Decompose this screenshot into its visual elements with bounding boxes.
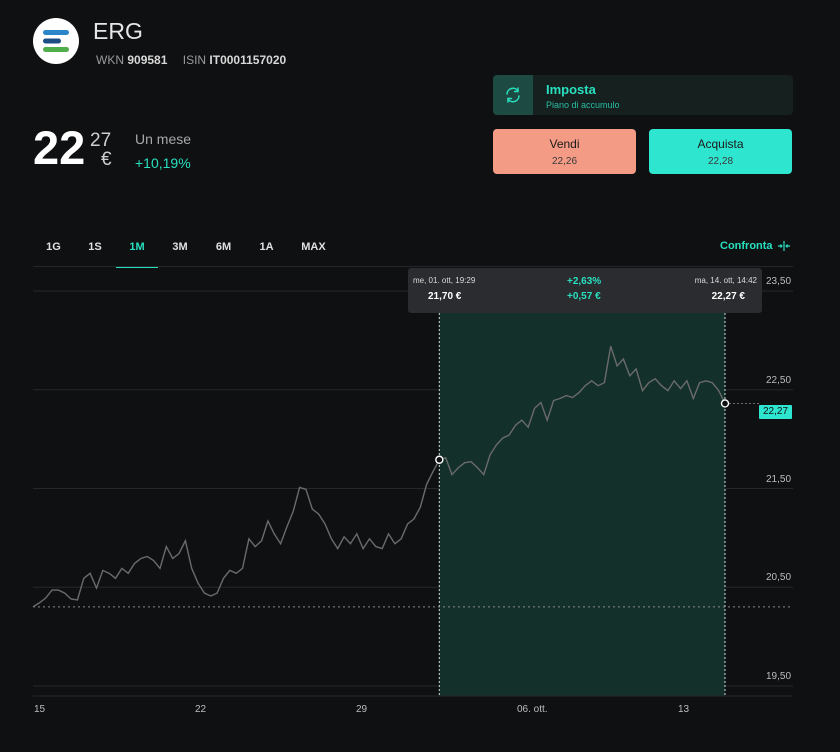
tab-1m[interactable]: 1M [116, 232, 158, 268]
tooltip-start-value: 21,70 € [428, 291, 462, 302]
price-decimals: 27 [90, 130, 112, 151]
compare-label: Confronta [720, 240, 773, 252]
wkn-label: WKN [96, 53, 124, 67]
tab-6m[interactable]: 6M [202, 232, 245, 266]
measurement-tooltip: me, 01. ott, 19:29 21,70 € +2,63% +0,57 … [408, 268, 762, 313]
buy-button[interactable]: Acquista 22,28 [649, 129, 792, 174]
selection-end-marker [720, 399, 730, 408]
y-tick-label: 19,50 [766, 671, 792, 682]
tab-1a[interactable]: 1A [245, 232, 288, 266]
security-identifiers: WKN 909581 ISIN IT0001157020 [96, 53, 286, 67]
buy-label: Acquista [697, 137, 744, 151]
isin-value: IT0001157020 [209, 53, 287, 67]
tab-3m[interactable]: 3M [158, 232, 202, 266]
x-tick-label: 06. ott. [517, 704, 548, 715]
period-change: +10,19% [135, 155, 191, 171]
period-label: Un mese [135, 131, 192, 147]
buy-price: 22,28 [707, 156, 734, 167]
price-chart[interactable] [0, 268, 840, 752]
compare-button[interactable]: Confronta [720, 240, 790, 252]
tab-1s[interactable]: 1S [74, 232, 116, 266]
refresh-icon [506, 87, 520, 103]
tab-max[interactable]: MAX [288, 232, 339, 266]
x-tick-label: 22 [195, 704, 207, 715]
compare-icon [777, 241, 790, 251]
selection-start-marker [435, 455, 444, 464]
price-integer: 22 [33, 121, 86, 174]
x-tick-label: 13 [678, 704, 690, 715]
savings-plan-title: Imposta [546, 82, 596, 97]
tooltip-change-pct: +2,63% [567, 276, 602, 287]
tooltip-start-date: me, 01. ott, 19:29 [413, 276, 476, 285]
savings-plan-button[interactable]: Imposta Piano di accumulo [493, 75, 793, 115]
y-tick-label: 22,50 [766, 374, 792, 386]
sell-button[interactable]: Vendi 22,26 [493, 129, 636, 174]
tab-1g[interactable]: 1G [33, 232, 74, 266]
tabs-divider [33, 266, 793, 267]
sell-label: Vendi [549, 137, 580, 151]
y-tick-label: 23,50 [766, 276, 792, 287]
tooltip-change-abs: +0,57 € [567, 291, 601, 302]
savings-plan-icon-box [493, 75, 533, 115]
erg-logo-icon [43, 30, 69, 52]
sell-price: 22,26 [551, 156, 578, 167]
x-tick-label: 29 [356, 704, 368, 715]
wkn-value: 909581 [127, 53, 168, 67]
tooltip-end-date: ma, 14. ott, 14:42 [694, 276, 757, 285]
stock-name: ERG [93, 18, 143, 44]
isin-label: ISIN [182, 53, 207, 67]
time-range-tabs: 1G 1S 1M 3M 6M 1A MAX [33, 232, 339, 268]
x-tick-label: 15 [34, 704, 46, 715]
savings-plan-subtitle: Piano di accumulo [546, 100, 620, 110]
last-value-badge: 22,27 [759, 405, 792, 419]
company-logo [33, 18, 79, 64]
y-tick-label: 21,50 [766, 473, 792, 485]
tooltip-end-value: 22,27 € [711, 291, 745, 302]
price-currency: € [101, 149, 112, 170]
y-tick-label: 20,50 [766, 572, 792, 584]
selection-area [439, 313, 725, 696]
